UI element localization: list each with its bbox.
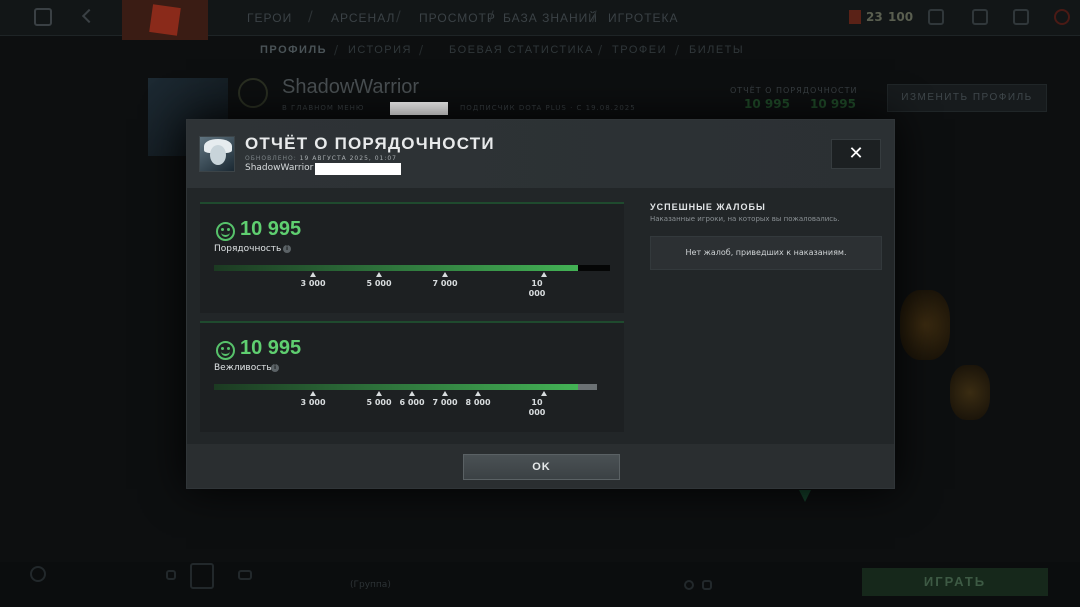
user-avatar	[199, 136, 235, 172]
tick-label: 5 000	[366, 279, 392, 288]
dota-plus-status: ПОДПИСЧИК DOTA PLUS · С 19.08.2025	[460, 104, 636, 112]
background-creature	[950, 365, 990, 420]
tick-marker	[376, 391, 382, 396]
settings-small-icon[interactable]	[166, 570, 176, 580]
close-button[interactable]: ✕	[831, 139, 881, 169]
tick-label: 10 000	[528, 279, 546, 298]
shards-count: 23	[866, 10, 883, 24]
subnav-trophies[interactable]: ТРОФЕИ	[612, 44, 667, 56]
conduct-score: 10 995	[240, 218, 302, 240]
smiley-icon	[216, 222, 235, 241]
battlepass-icon[interactable]	[190, 563, 214, 589]
politeness-bar-fill	[214, 384, 578, 390]
topnav-separator: /	[489, 9, 494, 25]
tick-marker	[541, 391, 547, 396]
tick-marker	[409, 391, 415, 396]
reports-title: УСПЕШНЫЕ ЖАЛОБЫ	[650, 202, 766, 212]
subnav-tickets[interactable]: БИЛЕТЫ	[689, 44, 744, 56]
subnav-battle-stats[interactable]: БОЕВАЯ СТАТИСТИКА	[449, 44, 594, 56]
profile-status: В ГЛАВНОМ МЕНЮ	[282, 104, 365, 112]
tick-marker	[310, 391, 316, 396]
redacted-id	[390, 102, 448, 115]
edit-profile-button[interactable]: ИЗМЕНИТЬ ПРОФИЛЬ	[887, 84, 1047, 112]
settings-icon[interactable]	[972, 9, 988, 25]
topnav-arsenal[interactable]: АРСЕНАЛ	[331, 11, 395, 25]
reports-empty-message: Нет жалоб, приведших к наказаниям.	[650, 236, 882, 270]
rank-badge-icon	[238, 78, 268, 108]
topnav-heroes[interactable]: ГЕРОИ	[247, 11, 292, 25]
conduct-bar-fill	[214, 265, 579, 271]
chat-translate-icon[interactable]	[702, 580, 712, 590]
info-icon[interactable]: i	[271, 364, 279, 372]
tick-label: 7 000	[432, 279, 458, 288]
conduct-bar	[214, 265, 610, 271]
politeness-label: Вежливость	[214, 363, 272, 373]
dota-logo-button[interactable]	[122, 0, 208, 40]
tick-marker	[475, 391, 481, 396]
background-arrow-icon	[799, 490, 811, 502]
subnav-history[interactable]: ИСТОРИЯ	[348, 44, 412, 56]
tick-label: 3 000	[300, 279, 326, 288]
subnav-profile[interactable]: ПРОФИЛЬ	[260, 44, 327, 56]
redacted-id	[315, 163, 401, 175]
conduct-report-dialog: ОТЧЁТ О ПОРЯДОЧНОСТИ ОБНОВЛЕНО: 19 АВГУС…	[186, 119, 895, 489]
mail-icon[interactable]	[928, 9, 944, 25]
subnav-separator: /	[334, 43, 339, 57]
ok-button[interactable]: OK	[463, 454, 620, 480]
subnav-separator: /	[419, 43, 424, 57]
topnav-separator: /	[308, 9, 313, 25]
power-icon[interactable]	[1054, 9, 1070, 25]
home-icon[interactable]	[34, 8, 52, 26]
updated-label-text: ОБНОВЛЕНО:	[245, 155, 297, 162]
topnav-separator: /	[396, 9, 401, 25]
conduct-summary-value: 10 995	[744, 97, 790, 111]
topnav-watch[interactable]: ПРОСМОТР	[419, 11, 496, 25]
dialog-header: ОТЧЁТ О ПОРЯДОЧНОСТИ ОБНОВЛЕНО: 19 АВГУС…	[187, 120, 894, 188]
politeness-bar	[214, 384, 597, 390]
tick-label: 8 000	[465, 398, 491, 407]
shards-icon	[849, 10, 861, 24]
conduct-card: 10 995 Порядочность i 3 000 5 000 7 000 …	[200, 202, 624, 313]
tick-marker	[442, 272, 448, 277]
chat-settings-icon[interactable]	[684, 580, 694, 590]
chat-channel-label[interactable]: (Группа)	[350, 580, 391, 590]
play-button[interactable]: ИГРАТЬ	[862, 568, 1048, 596]
tick-marker	[541, 272, 547, 277]
subnav-separator: /	[598, 43, 603, 57]
background-creature	[900, 290, 950, 360]
tick-label: 3 000	[300, 398, 326, 407]
dialog-body: 10 995 Порядочность i 3 000 5 000 7 000 …	[187, 188, 894, 444]
tick-marker	[442, 391, 448, 396]
topnav-knowledge[interactable]: БАЗА ЗНАНИЙ	[503, 11, 598, 25]
conduct-label: Порядочность	[214, 244, 282, 254]
dialog-footer: OK	[187, 444, 894, 488]
friends-icon[interactable]	[238, 570, 252, 580]
info-icon[interactable]: i	[283, 245, 291, 253]
conduct-summary-title: ОТЧЁТ О ПОРЯДОЧНОСТИ	[730, 86, 858, 95]
party-avatar-icon[interactable]	[30, 566, 46, 582]
reports-subtitle: Наказанные игроки, на которых вы пожалов…	[650, 215, 840, 223]
topnav-separator: /	[592, 9, 597, 25]
updated-label: ОБНОВЛЕНО: 19 АВГУСТА 2025, 01:07	[245, 155, 397, 162]
topnav-arcade[interactable]: ИГРОТЕКА	[608, 11, 679, 25]
dialog-username: ShadowWarrior	[245, 163, 314, 173]
tick-marker	[310, 272, 316, 277]
tick-marker	[376, 272, 382, 277]
tick-label: 10 000	[528, 398, 546, 417]
politeness-summary-value: 10 995	[810, 97, 856, 111]
dota-logo-icon	[149, 4, 181, 36]
notification-icon[interactable]	[1013, 9, 1029, 25]
smiley-icon	[216, 341, 235, 360]
dialog-title: ОТЧЁТ О ПОРЯДОЧНОСТИ	[245, 134, 495, 153]
politeness-score: 10 995	[240, 337, 302, 359]
profile-name: ShadowWarrior	[282, 76, 420, 98]
account-level: 100	[888, 10, 914, 24]
politeness-card: 10 995 Вежливость i 3 000 5 000 6 000 7 …	[200, 321, 624, 432]
subnav-separator: /	[675, 43, 680, 57]
updated-date: 19 АВГУСТА 2025, 01:07	[299, 155, 397, 162]
